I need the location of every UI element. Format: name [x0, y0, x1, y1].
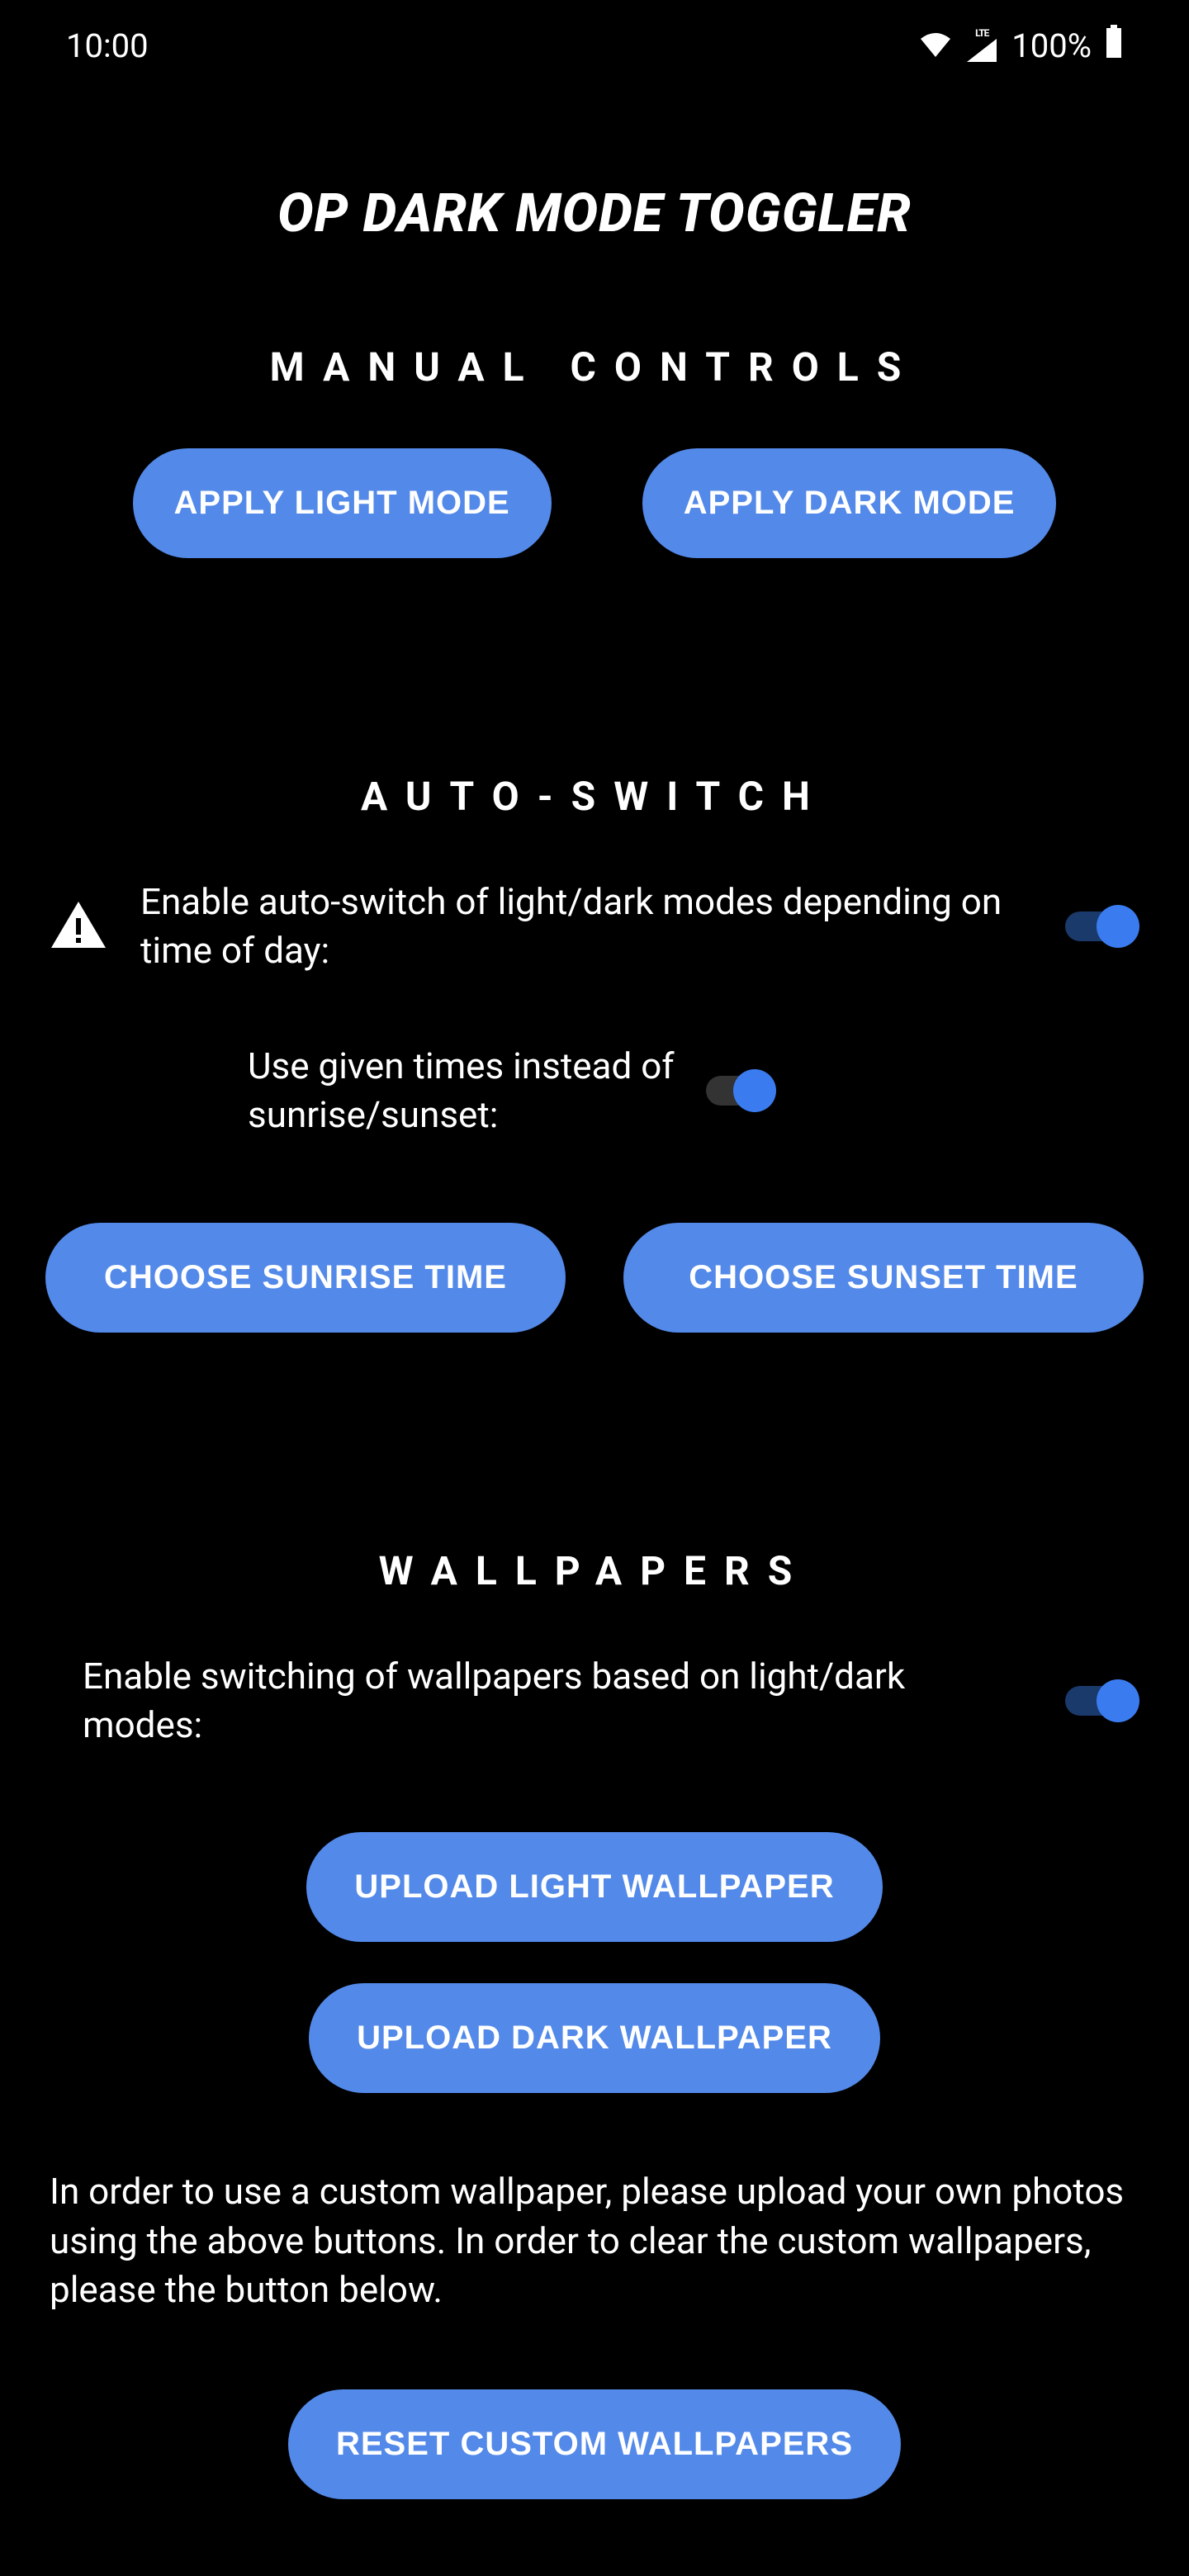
use-times-toggle[interactable] — [702, 1068, 776, 1114]
battery-percent: 100% — [1011, 26, 1092, 65]
time-button-row: CHOOSE SUNRISE TIME CHOOSE SUNSET TIME — [0, 1223, 1189, 1333]
wifi-icon — [919, 26, 952, 65]
choose-sunset-button[interactable]: CHOOSE SUNSET TIME — [623, 1223, 1144, 1333]
wallpapers-heading: WALLPAPERS — [0, 1547, 1189, 1594]
upload-light-wallpaper-button[interactable]: UPLOAD LIGHT WALLPAPER — [306, 1832, 882, 1942]
manual-controls-heading: MANUAL CONTROLS — [0, 343, 1189, 391]
wallpaper-upload-buttons: UPLOAD LIGHT WALLPAPER UPLOAD DARK WALLP… — [0, 1832, 1189, 2093]
auto-switch-enable-row: Enable auto-switch of light/dark modes d… — [0, 878, 1189, 976]
wallpaper-toggle[interactable] — [1057, 1678, 1139, 1724]
upload-dark-wallpaper-button[interactable]: UPLOAD DARK WALLPAPER — [309, 1983, 880, 2093]
choose-sunrise-button[interactable]: CHOOSE SUNRISE TIME — [45, 1223, 566, 1333]
reset-button-row: RESET CUSTOM WALLPAPERS — [0, 2389, 1189, 2499]
battery-icon — [1105, 25, 1123, 66]
status-time: 10:00 — [66, 26, 149, 65]
use-times-row: Use given times instead of sunrise/sunse… — [0, 1042, 1189, 1140]
auto-switch-enable-label: Enable auto-switch of light/dark modes d… — [140, 878, 1032, 976]
wallpaper-enable-row: Enable switching of wallpapers based on … — [0, 1652, 1189, 1750]
reset-custom-wallpapers-button[interactable]: RESET CUSTOM WALLPAPERS — [288, 2389, 901, 2499]
wallpaper-description: In order to use a custom wallpaper, plea… — [0, 2167, 1189, 2314]
wallpaper-enable-label: Enable switching of wallpapers based on … — [83, 1652, 1032, 1750]
apply-light-mode-button[interactable]: APPLY LIGHT MODE — [133, 448, 552, 558]
app-title: OP DARK MODE TOGGLER — [0, 182, 1189, 244]
auto-switch-toggle[interactable] — [1057, 903, 1139, 949]
manual-button-row: APPLY LIGHT MODE APPLY DARK MODE — [0, 448, 1189, 558]
signal-icon: LTE — [965, 27, 998, 64]
warning-icon — [50, 900, 116, 953]
use-times-label: Use given times instead of sunrise/sunse… — [248, 1042, 677, 1140]
apply-dark-mode-button[interactable]: APPLY DARK MODE — [642, 448, 1057, 558]
status-right: LTE 100% — [919, 25, 1123, 66]
status-bar: 10:00 LTE 100% — [0, 0, 1189, 83]
auto-switch-heading: AUTO-SWITCH — [0, 773, 1189, 820]
